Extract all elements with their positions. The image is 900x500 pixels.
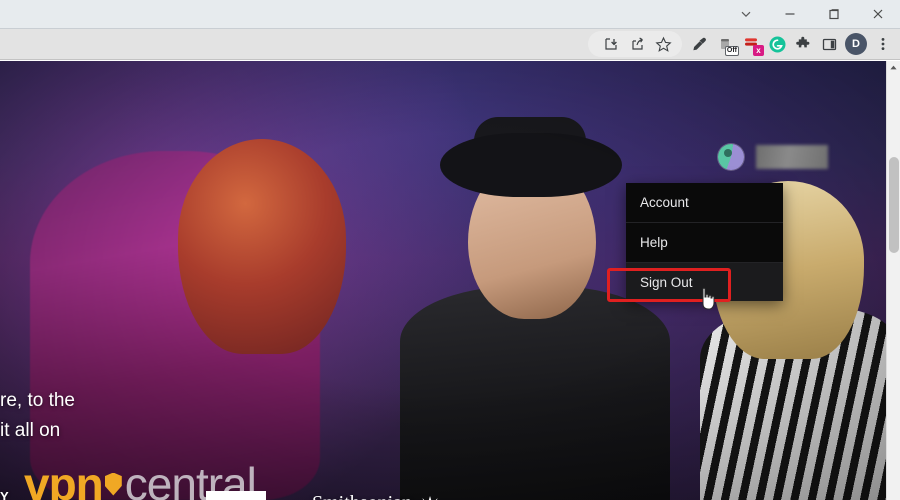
omnibox-action-group <box>588 31 682 57</box>
shield-icon <box>104 472 122 496</box>
side-panel-icon <box>821 36 838 53</box>
bookmark-button[interactable] <box>650 31 676 57</box>
adblock-count-badge: x <box>753 45 764 56</box>
extensions-puzzle-icon <box>795 36 812 53</box>
adblock-button[interactable]: x <box>738 31 764 57</box>
menu-item-help-label: Help <box>640 235 668 250</box>
account-chip[interactable] <box>718 144 828 170</box>
grammarly-icon <box>768 35 787 54</box>
window-titlebar <box>0 0 900 29</box>
menu-item-sign-out[interactable]: Sign Out <box>626 263 783 301</box>
menu-item-account-label: Account <box>640 195 689 210</box>
minimize-icon <box>783 7 797 21</box>
download-button[interactable] <box>598 31 624 57</box>
minimize-button[interactable] <box>768 0 812 28</box>
mtv-logo: MTV <box>206 491 266 500</box>
account-dropdown-menu: Account Help Sign Out <box>626 183 783 301</box>
chrome-menu-button[interactable] <box>870 31 896 57</box>
share-icon <box>629 36 645 52</box>
tab-search-chevron-button[interactable] <box>724 0 768 28</box>
hero-headline-line-2: it all on <box>0 420 61 441</box>
profile-avatar[interactable] <box>718 144 744 170</box>
triangle-up-icon <box>889 59 898 77</box>
browser-window: Off x D re, to the it all on vpn central… <box>0 0 900 500</box>
sunburst-icon <box>417 496 444 500</box>
smithsonian-logo: Smithsonian CHANNEL <box>312 493 444 500</box>
partial-edge-logo: Y AL <box>0 487 17 500</box>
menu-item-account[interactable]: Account <box>626 183 783 223</box>
close-button[interactable] <box>856 0 900 28</box>
grammarly-button[interactable] <box>764 31 790 57</box>
extensions-button[interactable] <box>790 31 816 57</box>
hero-headline: re, to the it all on <box>0 386 75 446</box>
hero-figure-left-hair <box>178 139 346 354</box>
close-icon <box>871 7 885 21</box>
partial-edge-logo-line-1: Y <box>0 489 9 500</box>
page-scrollbar[interactable] <box>886 61 900 500</box>
paint-bucket-off-badge: Off <box>724 46 739 56</box>
chevron-down-icon <box>739 7 753 21</box>
account-display-name-redacted <box>756 145 828 169</box>
download-icon <box>603 36 619 52</box>
bookmark-star-icon <box>654 36 672 53</box>
menu-item-help[interactable]: Help <box>626 223 783 263</box>
hero-figure-center-hat-brim <box>440 133 622 197</box>
menu-item-sign-out-label: Sign Out <box>640 274 693 290</box>
page-viewport: re, to the it all on vpn central Y AL ni… <box>0 61 900 500</box>
watermark-brand: vpn <box>24 458 104 500</box>
smithsonian-logo-main: Smithsonian <box>312 493 412 500</box>
side-panel-button[interactable] <box>816 31 842 57</box>
scroll-up-button[interactable] <box>887 61 900 75</box>
scrollbar-thumb[interactable] <box>889 157 899 253</box>
three-dot-menu-icon <box>875 36 891 52</box>
browser-toolbar: Off x D <box>0 29 900 60</box>
eyedropper-button[interactable] <box>686 31 712 57</box>
eyedropper-icon <box>691 36 708 53</box>
browser-profile-button[interactable]: D <box>845 33 867 55</box>
share-button[interactable] <box>624 31 650 57</box>
paint-bucket-button[interactable]: Off <box>712 31 739 57</box>
maximize-icon <box>827 7 841 21</box>
maximize-button[interactable] <box>812 0 856 28</box>
hero-headline-line-1: re, to the <box>0 390 75 411</box>
